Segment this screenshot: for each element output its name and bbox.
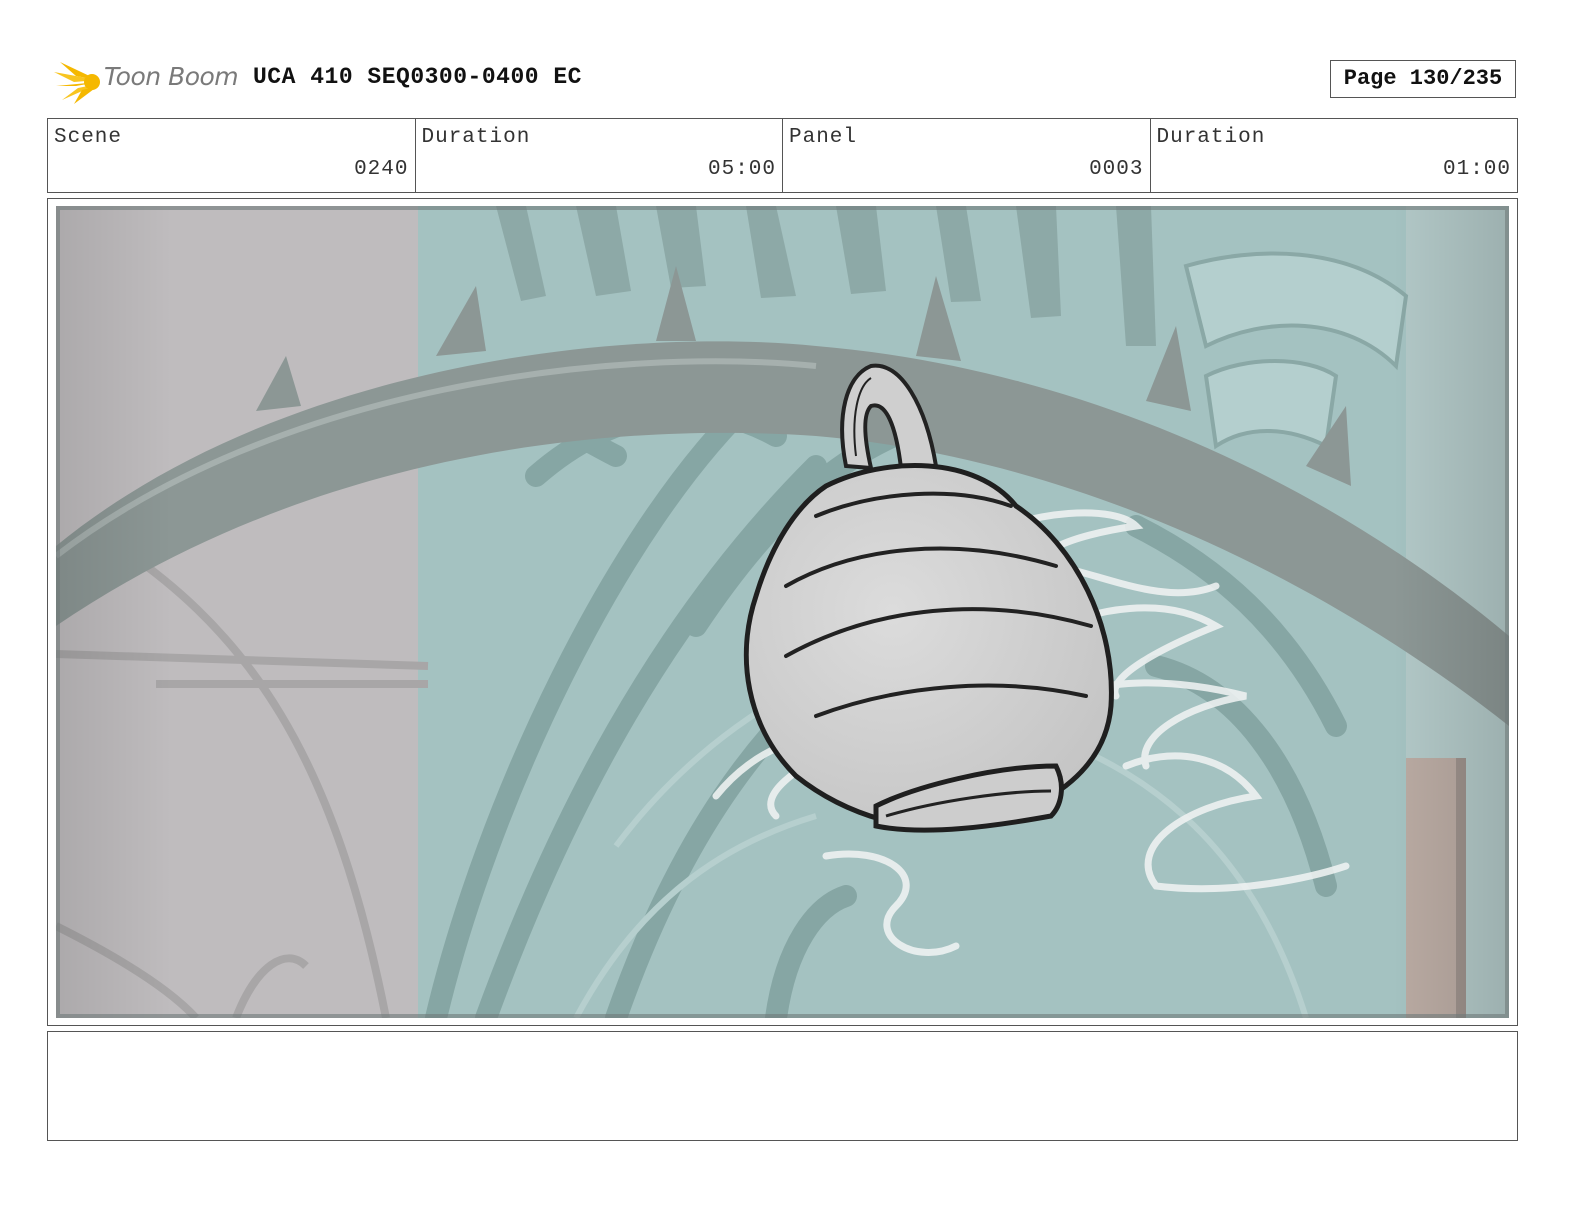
panel-duration-label: Duration xyxy=(1156,126,1266,149)
scene-value: 0240 xyxy=(354,158,409,181)
logo-text: Toon Boom xyxy=(104,62,239,91)
panel-label: Panel xyxy=(789,126,858,149)
page-number: Page 130/235 xyxy=(1330,60,1516,98)
toon-boom-sun-icon xyxy=(54,62,100,104)
panel-value: 0003 xyxy=(1089,158,1144,181)
panel-illustration xyxy=(56,206,1509,1018)
toon-boom-logo: Toon Boom xyxy=(52,56,242,106)
panel-cell: Panel 0003 xyxy=(783,119,1151,192)
scene-label: Scene xyxy=(54,126,123,149)
storyboard-panel-frame xyxy=(47,198,1518,1026)
scene-duration-value: 05:00 xyxy=(707,158,776,181)
storyboard-panel-image xyxy=(56,206,1509,1018)
scene-duration-label: Duration xyxy=(421,126,531,149)
panel-notes-box xyxy=(47,1031,1518,1141)
document-title: UCA 410 SEQ0300-0400 EC xyxy=(253,64,582,90)
scene-cell: Scene 0240 xyxy=(48,119,416,192)
scene-duration-cell: Duration 05:00 xyxy=(416,119,783,192)
panel-duration-cell: Duration 01:00 xyxy=(1151,119,1518,192)
panel-duration-value: 01:00 xyxy=(1442,158,1511,181)
scene-info-table: Scene 0240 Duration 05:00 Panel 0003 Dur… xyxy=(47,118,1518,193)
